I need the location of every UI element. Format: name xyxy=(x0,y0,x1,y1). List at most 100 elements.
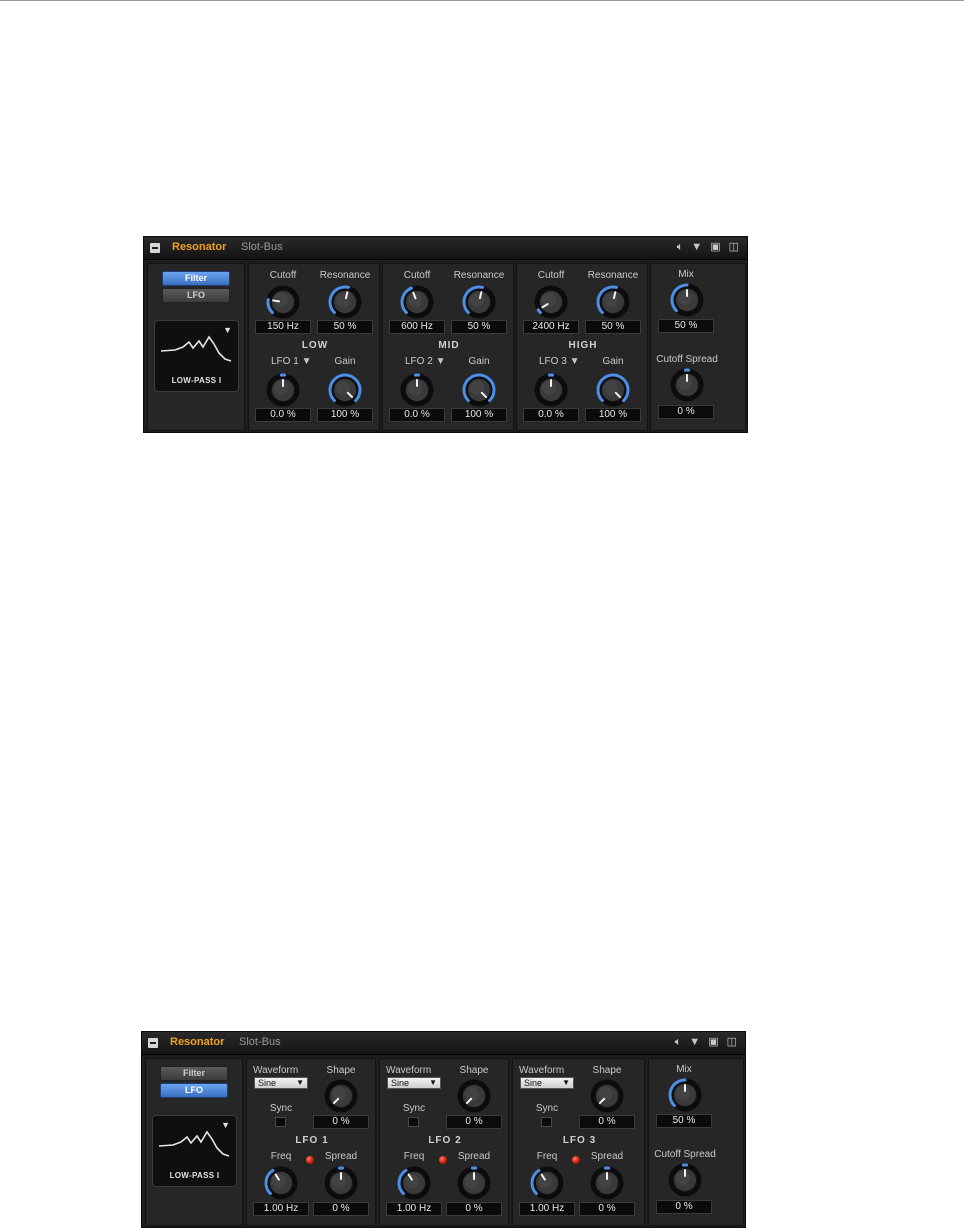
trash-icon[interactable]: ◫ xyxy=(729,241,739,254)
shape-value[interactable]: 0 % xyxy=(579,1115,635,1129)
gain-knob[interactable] xyxy=(595,372,631,408)
spread-knob[interactable] xyxy=(323,1165,359,1201)
lfo-panel-1: Waveform Sine Shape 0 % Sync LFO 1 Freq … xyxy=(246,1058,376,1226)
gain-knob[interactable] xyxy=(461,372,497,408)
band-panel-low: Cutoff 150 Hz Resonance 50 % LOW LFO 1 ▼… xyxy=(248,263,380,431)
trash-icon[interactable]: ◫ xyxy=(727,1036,737,1049)
cutoff-spread-knob[interactable] xyxy=(667,1162,703,1198)
resonance-knob[interactable] xyxy=(461,284,497,320)
band-name: MID xyxy=(438,340,460,351)
cutoff-value[interactable]: 600 Hz xyxy=(389,320,445,334)
cutoff-spread-knob[interactable] xyxy=(669,367,705,403)
waveform-select[interactable]: Sine xyxy=(520,1077,574,1089)
collapse-button[interactable] xyxy=(150,243,160,253)
lfo-name: LFO 1 xyxy=(295,1135,329,1146)
chevron-down-icon: ▼ xyxy=(435,356,446,367)
spread-label: Spread xyxy=(457,1151,491,1162)
gain-value[interactable]: 100 % xyxy=(585,408,641,422)
gain-value[interactable]: 100 % xyxy=(451,408,507,422)
mix-value[interactable]: 50 % xyxy=(656,1114,712,1128)
shape-knob[interactable] xyxy=(323,1078,359,1114)
shape-value[interactable]: 0 % xyxy=(313,1115,369,1129)
band-panel-mid: Cutoff 600 Hz Resonance 50 % MID LFO 2 ▼… xyxy=(382,263,514,431)
resonance-knob[interactable] xyxy=(595,284,631,320)
freq-value[interactable]: 1.00 Hz xyxy=(519,1202,575,1216)
mix-knob[interactable] xyxy=(667,1077,703,1113)
collapse-button[interactable] xyxy=(148,1038,158,1048)
mix-knob[interactable] xyxy=(669,282,705,318)
resonance-value[interactable]: 50 % xyxy=(317,320,373,334)
sync-checkbox[interactable] xyxy=(275,1117,286,1127)
sync-checkbox[interactable] xyxy=(541,1117,552,1127)
lfo-depth-knob[interactable] xyxy=(265,372,301,408)
waveform-label: Waveform xyxy=(253,1065,299,1076)
spread-value[interactable]: 0 % xyxy=(313,1202,369,1216)
cutoff-spread-value[interactable]: 0 % xyxy=(656,1200,712,1214)
resonance-knob[interactable] xyxy=(327,284,363,320)
cutoff-value[interactable]: 2400 Hz xyxy=(523,320,579,334)
resonance-label: Resonance xyxy=(453,270,505,281)
freq-value[interactable]: 1.00 Hz xyxy=(386,1202,442,1216)
lfo-source-dropdown[interactable]: LFO 3 ▼ xyxy=(539,356,579,367)
spread-value[interactable]: 0 % xyxy=(446,1202,502,1216)
freq-label: Freq xyxy=(403,1151,425,1162)
lfo-mode-button[interactable]: LFO xyxy=(160,1083,228,1098)
save-icon[interactable]: ▣ xyxy=(708,1036,718,1049)
lfo-depth-knob[interactable] xyxy=(399,372,435,408)
spread-knob[interactable] xyxy=(456,1165,492,1201)
lfo-name: LFO 2 xyxy=(428,1135,462,1146)
lfo-source-dropdown[interactable]: LFO 2 ▼ xyxy=(405,356,445,367)
lfo-depth-value[interactable]: 0.0 % xyxy=(255,408,311,422)
mute-speaker-icon[interactable]: 🔈︎ xyxy=(677,241,684,254)
save-icon[interactable]: ▣ xyxy=(710,241,720,254)
gain-label: Gain xyxy=(602,356,624,367)
filter-mode-button[interactable]: Filter xyxy=(162,271,230,286)
lfo-name: LFO 3 xyxy=(562,1135,597,1146)
spread-knob[interactable] xyxy=(589,1165,625,1201)
lfo-source-dropdown[interactable]: LFO 1 ▼ xyxy=(271,356,311,367)
waveform-label: Waveform xyxy=(519,1065,565,1076)
menu-dropdown-icon[interactable]: ▼ xyxy=(689,1036,700,1049)
lfo-depth-value[interactable]: 0.0 % xyxy=(523,408,579,422)
freq-knob[interactable] xyxy=(529,1165,565,1201)
freq-knob[interactable] xyxy=(263,1165,299,1201)
cutoff-value[interactable]: 150 Hz xyxy=(255,320,311,334)
cutoff-spread-value[interactable]: 0 % xyxy=(658,405,714,419)
resonator-plugin-filter: Resonator Slot-Bus 🔈︎ ▼ ▣ ◫ Filter LFO ▼… xyxy=(143,236,748,433)
resonance-value[interactable]: 50 % xyxy=(585,320,641,334)
filter-type-selector[interactable]: ▼ LOW-PASS I xyxy=(152,1115,237,1187)
spread-value[interactable]: 0 % xyxy=(579,1202,635,1216)
mix-value[interactable]: 50 % xyxy=(658,319,714,333)
gain-value[interactable]: 100 % xyxy=(317,408,373,422)
filter-type-selector[interactable]: ▼ LOW-PASS I xyxy=(154,320,239,392)
resonance-value[interactable]: 50 % xyxy=(451,320,507,334)
cutoff-knob[interactable] xyxy=(399,284,435,320)
gain-knob[interactable] xyxy=(327,372,363,408)
freq-label: Freq xyxy=(536,1151,558,1162)
cutoff-knob[interactable] xyxy=(533,284,569,320)
freq-knob[interactable] xyxy=(396,1165,432,1201)
plugin-name: Resonator xyxy=(172,241,227,253)
shape-knob[interactable] xyxy=(589,1078,625,1114)
lfo-mode-button[interactable]: LFO xyxy=(162,288,230,303)
band-name: LOW xyxy=(301,340,329,351)
lfo-depth-knob[interactable] xyxy=(533,372,569,408)
waveform-select[interactable]: Sine xyxy=(254,1077,308,1089)
menu-dropdown-icon[interactable]: ▼ xyxy=(691,241,702,254)
freq-value[interactable]: 1.00 Hz xyxy=(253,1202,309,1216)
waveform-select[interactable]: Sine xyxy=(387,1077,441,1089)
lfo-depth-value[interactable]: 0.0 % xyxy=(389,408,445,422)
shape-knob[interactable] xyxy=(456,1078,492,1114)
resonator-plugin-lfo: Resonator Slot-Bus 🔈︎ ▼ ▣ ◫ Filter LFO ▼… xyxy=(141,1031,746,1228)
plugin-titlebar: Resonator Slot-Bus 🔈︎ ▼ ▣ ◫ xyxy=(142,1032,745,1055)
mute-speaker-icon[interactable]: 🔈︎ xyxy=(675,1036,682,1049)
filter-mode-button[interactable]: Filter xyxy=(160,1066,228,1081)
sync-checkbox[interactable] xyxy=(408,1117,419,1127)
cutoff-spread-label: Cutoff Spread xyxy=(654,1149,716,1160)
mix-label: Mix xyxy=(676,1064,692,1075)
cutoff-knob[interactable] xyxy=(265,284,301,320)
shape-value[interactable]: 0 % xyxy=(446,1115,502,1129)
spread-label: Spread xyxy=(590,1151,624,1162)
band-name: HIGH xyxy=(568,340,598,351)
plugin-name: Resonator xyxy=(170,1036,225,1048)
